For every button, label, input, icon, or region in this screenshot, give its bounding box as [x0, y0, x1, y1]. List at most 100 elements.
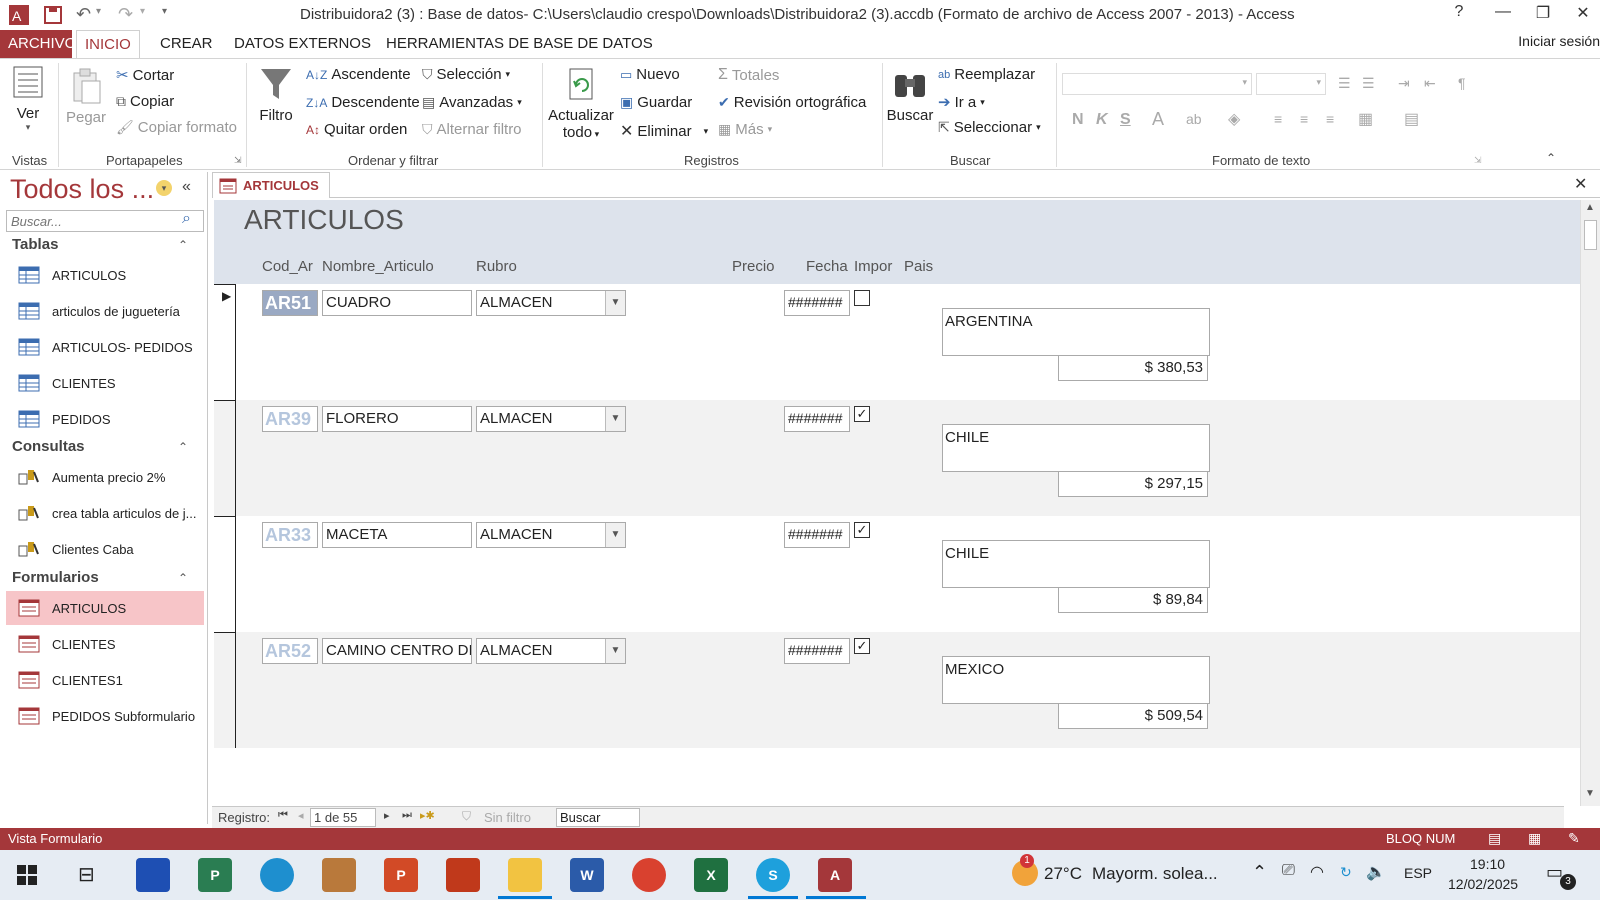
fecha-field[interactable]: ####### — [784, 290, 850, 316]
language-indicator[interactable]: ESP — [1404, 865, 1432, 881]
clock-time[interactable]: 19:10 — [1470, 856, 1505, 872]
project-icon[interactable]: P — [198, 858, 232, 892]
scroll-thumb[interactable] — [1584, 220, 1597, 250]
new-record-nav-icon[interactable]: ▸✱ — [420, 809, 435, 822]
quitar-orden-button[interactable]: A↕ Quitar orden — [306, 121, 407, 138]
wifi-icon[interactable]: ◠ — [1310, 862, 1324, 882]
tab-inicio[interactable]: INICIO — [76, 30, 140, 58]
nav-section-formularios[interactable]: Formularios — [12, 569, 99, 586]
fill-color-icon[interactable]: ◈ — [1228, 109, 1240, 129]
undo-dropdown-icon[interactable]: ▾ — [96, 6, 101, 17]
tab-herramientas[interactable]: HERRAMIENTAS DE BASE DE DATOS — [378, 30, 661, 58]
totales-button[interactable]: Σ Totales — [718, 66, 779, 84]
precio-field[interactable]: $ 89,84 — [1058, 587, 1208, 613]
design-view-icon[interactable]: ✎ — [1568, 830, 1580, 847]
nav-item[interactable]: CLIENTES — [6, 627, 204, 661]
cod-articulo-field[interactable]: AR33 — [262, 522, 318, 548]
record-selector[interactable] — [214, 400, 236, 516]
revision-button[interactable]: ✔ Revisión ortográfica — [718, 94, 866, 111]
reemplazar-button[interactable]: ab Reemplazar — [938, 66, 1035, 83]
file-explorer-icon[interactable] — [508, 858, 542, 892]
nav-item[interactable]: ARTICULOS — [6, 258, 204, 292]
importado-checkbox[interactable]: ✓ — [854, 522, 870, 538]
nombre-articulo-field[interactable]: MACETA — [322, 522, 472, 548]
rubro-combo[interactable]: ALMACEN ▼ — [476, 638, 626, 664]
cortar-button[interactable]: ✂ Cortar — [116, 66, 174, 85]
portapapeles-launcher-icon[interactable]: ⇲ — [234, 155, 242, 166]
bullets-icon[interactable]: ☰ — [1338, 75, 1351, 92]
precio-field[interactable]: $ 380,53 — [1058, 355, 1208, 381]
highlight-icon[interactable]: ab — [1186, 111, 1202, 127]
alternar-filtro-button[interactable]: ⛉ Alternar filtro — [422, 121, 522, 138]
nav-item[interactable]: CLIENTES1 — [6, 663, 204, 697]
chrome-icon[interactable] — [632, 858, 666, 892]
filtro-button[interactable]: Filtro — [256, 65, 296, 124]
gridlines-icon[interactable]: ▦ — [1358, 109, 1373, 129]
descendente-button[interactable]: Z↓A Descendente — [306, 94, 420, 111]
mas-button[interactable]: ▦ Más ▾ — [718, 121, 772, 138]
edge-icon[interactable] — [260, 858, 294, 892]
tab-crear[interactable]: CREAR — [152, 30, 221, 58]
save-icon[interactable] — [42, 4, 64, 26]
pais-field[interactable]: MEXICO — [942, 656, 1210, 704]
nav-item[interactable]: Clientes Caba — [6, 532, 204, 566]
sync-icon[interactable]: ↻ — [1340, 864, 1352, 881]
seleccionar-button[interactable]: ⇱ Seleccionar ▾ — [938, 119, 1041, 136]
document-tab-articulos[interactable]: ARTICULOS — [212, 172, 330, 198]
paragraph-icon[interactable]: ¶ — [1458, 75, 1466, 91]
precio-field[interactable]: $ 509,54 — [1058, 703, 1208, 729]
layout-view-icon[interactable]: ▦ — [1528, 830, 1541, 847]
record-selector[interactable] — [214, 632, 236, 748]
copiar-button[interactable]: ⧉ Copiar — [116, 93, 174, 110]
next-record-icon[interactable]: ▸ — [384, 809, 390, 822]
indent-icon[interactable]: ⇥ — [1398, 75, 1410, 92]
nav-item[interactable]: PEDIDOS — [6, 402, 204, 436]
alternate-row-icon[interactable]: ▤ — [1404, 109, 1419, 129]
scroll-up-icon[interactable]: ▲ — [1585, 202, 1595, 213]
help-button[interactable]: ? — [1444, 3, 1474, 21]
align-center-icon[interactable]: ≡ — [1300, 111, 1308, 127]
collapse-ribbon-icon[interactable]: ⌃ — [1546, 151, 1556, 165]
vertical-scrollbar[interactable]: ▲ ▼ — [1580, 200, 1600, 806]
collapse-nav-icon[interactable]: « — [182, 178, 191, 196]
filter-status[interactable]: Sin filtro — [484, 810, 531, 825]
nav-item[interactable]: crea tabla articulos de j... — [6, 496, 204, 530]
nav-menu-icon[interactable]: ▾ — [156, 180, 172, 196]
weather-text[interactable]: Mayorm. solea... — [1092, 864, 1218, 884]
bold-button[interactable]: N — [1072, 111, 1084, 129]
formato-launcher-icon[interactable]: ⇲ — [1474, 155, 1482, 166]
font-name-combo[interactable]: ▾ — [1062, 73, 1252, 95]
form-view-icon[interactable]: ▤ — [1488, 830, 1501, 847]
app2-icon[interactable] — [446, 858, 480, 892]
pais-field[interactable]: CHILE — [942, 424, 1210, 472]
app-icon[interactable] — [322, 858, 356, 892]
search-icon[interactable]: ⌕ — [182, 210, 191, 228]
precio-field[interactable]: $ 297,15 — [1058, 471, 1208, 497]
rubro-combo[interactable]: ALMACEN ▼ — [476, 406, 626, 432]
show-hidden-icons[interactable]: ⌃ — [1252, 862, 1267, 883]
align-right-icon[interactable]: ≡ — [1326, 111, 1334, 127]
chevron-down-icon[interactable]: ▼ — [605, 407, 625, 431]
record-selector[interactable] — [214, 516, 236, 632]
actualizar-todo-button[interactable]: Actualizar todo ▾ — [546, 65, 616, 141]
seleccion-button[interactable]: ⛉ Selección ▾ — [422, 66, 510, 83]
powerpoint-icon[interactable]: P — [384, 858, 418, 892]
windows-start-icon[interactable] — [16, 864, 38, 886]
fecha-field[interactable]: ####### — [784, 522, 850, 548]
nav-section-tablas[interactable]: Tablas — [12, 236, 58, 253]
chevron-down-icon[interactable]: ▼ — [605, 639, 625, 663]
nav-item[interactable]: PEDIDOS Subformulario — [6, 699, 204, 733]
importado-checkbox[interactable] — [854, 290, 870, 306]
pegar-button[interactable]: Pegar — [64, 67, 108, 126]
fecha-field[interactable]: ####### — [784, 406, 850, 432]
nav-item[interactable]: CLIENTES — [6, 366, 204, 400]
undo-icon[interactable]: ↶ — [76, 4, 91, 25]
record-search-input[interactable]: Buscar — [556, 808, 640, 827]
restore-button[interactable]: ❐ — [1528, 3, 1558, 23]
record-position-input[interactable]: 1 de 55 — [310, 808, 376, 827]
nav-item[interactable]: articulos de juguetería — [6, 294, 204, 328]
nombre-articulo-field[interactable]: CUADRO — [322, 290, 472, 316]
copiar-formato-button[interactable]: 🖌 Copiar formato — [116, 119, 237, 136]
meet-icon[interactable]: ⎚ — [1282, 862, 1295, 880]
nuevo-button[interactable]: ▭ Nuevo — [620, 66, 680, 83]
